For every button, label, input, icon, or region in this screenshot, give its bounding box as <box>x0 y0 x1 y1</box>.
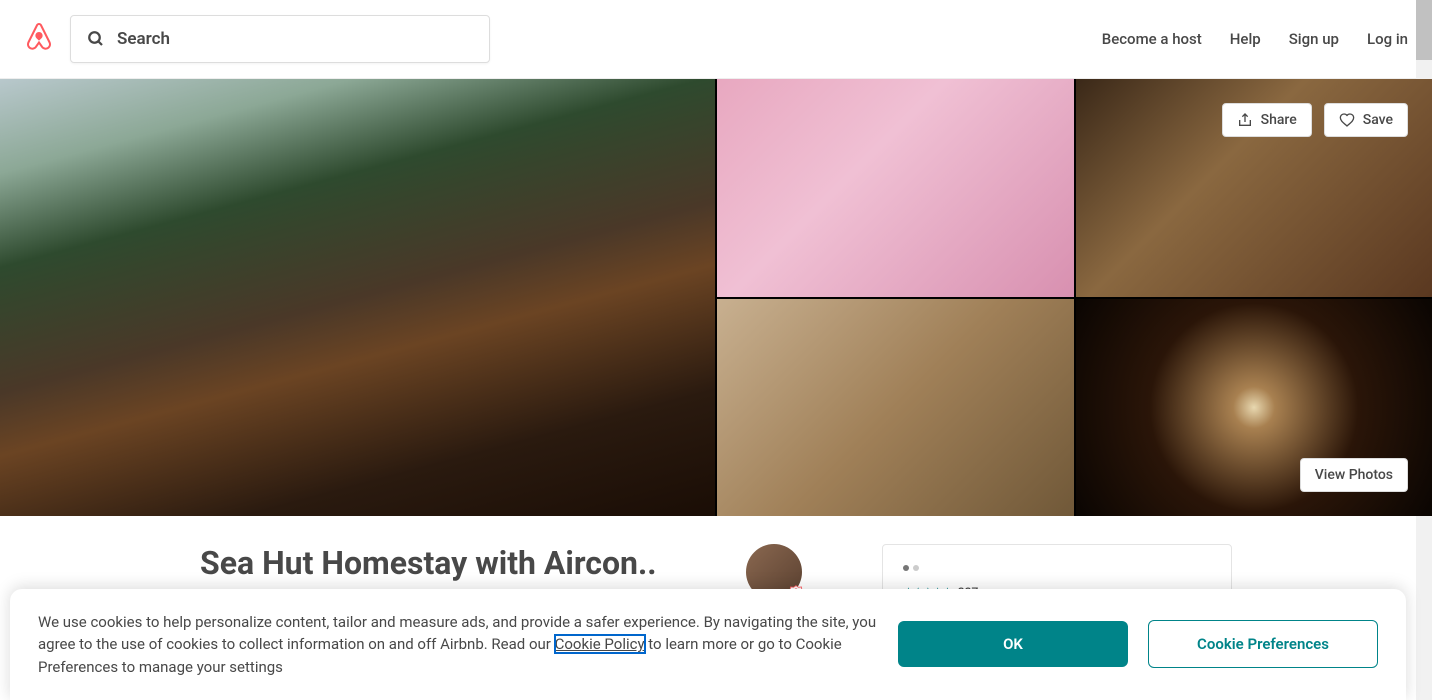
main-photo[interactable] <box>0 79 715 516</box>
nav-login[interactable]: Log in <box>1367 30 1408 48</box>
photo-4[interactable] <box>717 299 1074 517</box>
save-label: Save <box>1363 112 1393 128</box>
photo-gallery: Share Save View Photos <box>0 79 1432 516</box>
photo-2[interactable] <box>717 79 1074 297</box>
header: Search Become a host Help Sign up Log in <box>0 0 1432 79</box>
search-bar[interactable]: Search <box>70 15 490 63</box>
dot-2[interactable] <box>913 565 919 571</box>
nav-become-host[interactable]: Become a host <box>1102 30 1202 48</box>
nav-signup[interactable]: Sign up <box>1289 30 1339 48</box>
nav: Become a host Help Sign up Log in <box>1102 30 1408 48</box>
gallery-actions: Share Save <box>1222 103 1408 137</box>
share-label: Share <box>1261 112 1297 128</box>
airbnb-logo[interactable] <box>24 21 54 57</box>
cookie-ok-button[interactable]: OK <box>898 621 1128 667</box>
save-button[interactable]: Save <box>1324 103 1408 137</box>
scrollbar-thumb[interactable] <box>1416 0 1432 60</box>
share-button[interactable]: Share <box>1222 103 1312 137</box>
cookie-policy-link[interactable]: Cookie Policy <box>555 635 645 653</box>
dot-1[interactable] <box>903 565 909 571</box>
share-icon <box>1237 112 1253 128</box>
nav-help[interactable]: Help <box>1230 30 1261 48</box>
cookie-text: We use cookies to help personalize conte… <box>38 611 878 679</box>
carousel-dots <box>903 565 1211 571</box>
cookie-banner: We use cookies to help personalize conte… <box>10 589 1406 700</box>
listing-title: Sea Hut Homestay with Aircon.. <box>200 544 726 582</box>
view-photos-button[interactable]: View Photos <box>1300 458 1408 492</box>
search-icon <box>87 30 105 48</box>
search-placeholder: Search <box>117 29 170 49</box>
heart-icon <box>1339 112 1355 128</box>
cookie-preferences-button[interactable]: Cookie Preferences <box>1148 620 1378 668</box>
